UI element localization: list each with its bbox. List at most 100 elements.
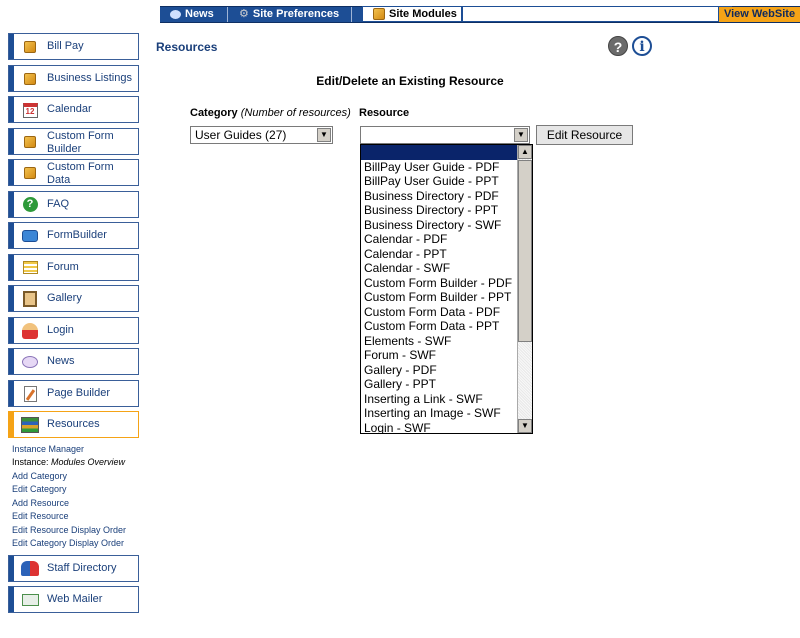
forum-icon bbox=[21, 259, 39, 277]
dropdown-option[interactable]: Custom Form Data - PPT bbox=[361, 319, 517, 334]
dropdown-option[interactable]: Custom Form Builder - PPT bbox=[361, 290, 517, 305]
dropdown-option[interactable]: Inserting an Image - SWF bbox=[361, 406, 517, 421]
add-category-link[interactable]: Add Category bbox=[12, 470, 139, 484]
view-website-label: View WebSite bbox=[723, 8, 796, 20]
dropdown-option[interactable]: Business Directory - PDF bbox=[361, 189, 517, 204]
dropdown-option[interactable]: Gallery - PPT bbox=[361, 377, 517, 392]
item-bar bbox=[9, 286, 14, 311]
chevron-down-icon[interactable]: ▼ bbox=[514, 128, 528, 142]
sidebar-item-web-mailer[interactable]: Web Mailer bbox=[8, 586, 139, 613]
category-select-value: User Guides (27) bbox=[195, 128, 287, 142]
sidebar-item-calendar[interactable]: 12 Calendar bbox=[8, 96, 139, 123]
dropdown-option[interactable]: Calendar - SWF bbox=[361, 261, 517, 276]
sidebar-item-news[interactable]: News bbox=[8, 348, 139, 375]
resource-dropdown-list[interactable]: BillPay User Guide - PDF BillPay User Gu… bbox=[360, 144, 533, 434]
sidebar-item-label: Bill Pay bbox=[47, 40, 84, 52]
sidebar-item-faq[interactable]: ? FAQ bbox=[8, 190, 139, 218]
tab-site-preferences-label: Site Preferences bbox=[252, 8, 340, 20]
scroll-down-icon[interactable]: ▼ bbox=[518, 419, 532, 433]
top-nav-bar: News ⚙ Site Preferences Site Modules Vie… bbox=[160, 6, 800, 23]
dropdown-scrollbar[interactable]: ▲ ▼ bbox=[517, 145, 532, 433]
sidebar-item-formbuilder[interactable]: FormBuilder bbox=[8, 222, 139, 249]
item-bar bbox=[9, 587, 14, 612]
sidebar-item-forum[interactable]: Forum bbox=[8, 253, 139, 281]
sidebar-item-label: Custom Form Builder bbox=[47, 129, 114, 155]
dropdown-option[interactable]: Calendar - PDF bbox=[361, 232, 517, 247]
item-bar bbox=[9, 34, 14, 59]
sidebar-item-label: FormBuilder bbox=[47, 229, 107, 241]
item-bar bbox=[9, 160, 14, 185]
edit-resource-button[interactable]: Edit Resource bbox=[536, 125, 633, 145]
tab-site-preferences[interactable]: ⚙ Site Preferences bbox=[229, 7, 352, 22]
sidebar-item-business-listings[interactable]: Business Listings bbox=[8, 64, 139, 92]
sidebar-item-label: Login bbox=[47, 323, 74, 336]
dropdown-option[interactable]: Custom Form Data - PDF bbox=[361, 305, 517, 320]
chevron-down-icon[interactable]: ▼ bbox=[317, 128, 331, 142]
dropdown-option[interactable]: Business Directory - SWF bbox=[361, 218, 517, 233]
sidebar-item-custom-form-data[interactable]: Custom Form Data bbox=[8, 159, 139, 186]
tab-site-modules-label: Site Modules bbox=[389, 7, 457, 20]
sidebar-item-label: Calendar bbox=[47, 103, 92, 115]
instance-manager-link[interactable]: Instance Manager bbox=[12, 443, 139, 457]
instance-value: Modules Overview bbox=[51, 457, 126, 467]
sidebar-item-label: Resources bbox=[47, 418, 100, 430]
sidebar-item-resources[interactable]: Resources bbox=[8, 411, 139, 438]
item-bar bbox=[9, 349, 14, 374]
dropdown-option[interactable]: Login - SWF bbox=[361, 421, 517, 434]
item-bar bbox=[9, 97, 14, 122]
dropdown-option[interactable]: Business Directory - PPT bbox=[361, 203, 517, 218]
dropdown-option[interactable]: Forum - SWF bbox=[361, 348, 517, 363]
resource-select[interactable]: ▼ bbox=[360, 126, 530, 144]
category-select[interactable]: User Guides (27) ▼ bbox=[190, 126, 333, 144]
add-resource-link[interactable]: Add Resource bbox=[12, 497, 139, 511]
dropdown-option[interactable]: BillPay User Guide - PDF bbox=[361, 160, 517, 175]
item-bar bbox=[9, 317, 14, 343]
tab-site-modules[interactable]: Site Modules bbox=[362, 6, 462, 22]
dropdown-option[interactable]: Custom Form Builder - PDF bbox=[361, 276, 517, 291]
item-bar bbox=[9, 128, 14, 154]
login-icon bbox=[21, 322, 39, 340]
calendar-icon: 12 bbox=[21, 101, 39, 119]
view-website-link[interactable]: View WebSite bbox=[718, 7, 800, 22]
scrollbar-thumb[interactable] bbox=[518, 160, 532, 342]
sidebar-item-staff-directory[interactable]: Staff Directory bbox=[8, 554, 139, 582]
scroll-up-icon[interactable]: ▲ bbox=[518, 145, 532, 159]
resources-sublinks: Instance Manager Instance: Modules Overv… bbox=[12, 443, 139, 551]
help-icon[interactable]: ? bbox=[608, 36, 628, 56]
sidebar-item-gallery[interactable]: Gallery bbox=[8, 285, 139, 312]
package-icon bbox=[21, 133, 39, 151]
package-icon bbox=[373, 8, 385, 20]
form-icon bbox=[21, 227, 39, 245]
gallery-icon bbox=[21, 290, 39, 308]
mail-icon bbox=[21, 591, 39, 609]
edit-resource-display-order-link[interactable]: Edit Resource Display Order bbox=[12, 524, 139, 538]
sidebar-item-label: FAQ bbox=[47, 197, 70, 210]
sidebar: Bill Pay Business Listings 12 Calendar C… bbox=[8, 33, 139, 618]
edit-resource-link[interactable]: Edit Resource bbox=[12, 510, 139, 524]
dropdown-options: BillPay User Guide - PDF BillPay User Gu… bbox=[361, 145, 517, 434]
dropdown-option[interactable]: Gallery - PDF bbox=[361, 363, 517, 378]
sidebar-item-bill-pay[interactable]: Bill Pay bbox=[8, 33, 139, 60]
dropdown-option[interactable]: BillPay User Guide - PPT bbox=[361, 174, 517, 189]
edit-category-link[interactable]: Edit Category bbox=[12, 483, 139, 497]
item-bar bbox=[9, 380, 14, 406]
dropdown-option[interactable]: Calendar - PPT bbox=[361, 247, 517, 262]
dropdown-option[interactable]: Elements - SWF bbox=[361, 334, 517, 349]
sidebar-item-login[interactable]: Login bbox=[8, 316, 139, 344]
item-bar bbox=[9, 412, 14, 437]
item-bar bbox=[9, 555, 14, 581]
speech-bubble-icon bbox=[170, 10, 181, 19]
tab-news[interactable]: News bbox=[160, 7, 228, 22]
question-icon: ? bbox=[21, 196, 39, 214]
instance-indicator: Instance: Modules Overview bbox=[12, 456, 139, 470]
sidebar-item-label: Staff Directory bbox=[47, 561, 117, 574]
sidebar-item-custom-form-builder[interactable]: Custom Form Builder bbox=[8, 127, 139, 155]
item-bar bbox=[9, 223, 14, 248]
edit-category-display-order-link[interactable]: Edit Category Display Order bbox=[12, 537, 139, 551]
staff-icon bbox=[21, 560, 39, 578]
sidebar-item-page-builder[interactable]: Page Builder bbox=[8, 379, 139, 407]
sidebar-item-label: Forum bbox=[47, 260, 79, 273]
dropdown-option[interactable]: Inserting a Link - SWF bbox=[361, 392, 517, 407]
dropdown-option[interactable] bbox=[361, 145, 517, 160]
info-icon[interactable]: i bbox=[632, 36, 652, 56]
